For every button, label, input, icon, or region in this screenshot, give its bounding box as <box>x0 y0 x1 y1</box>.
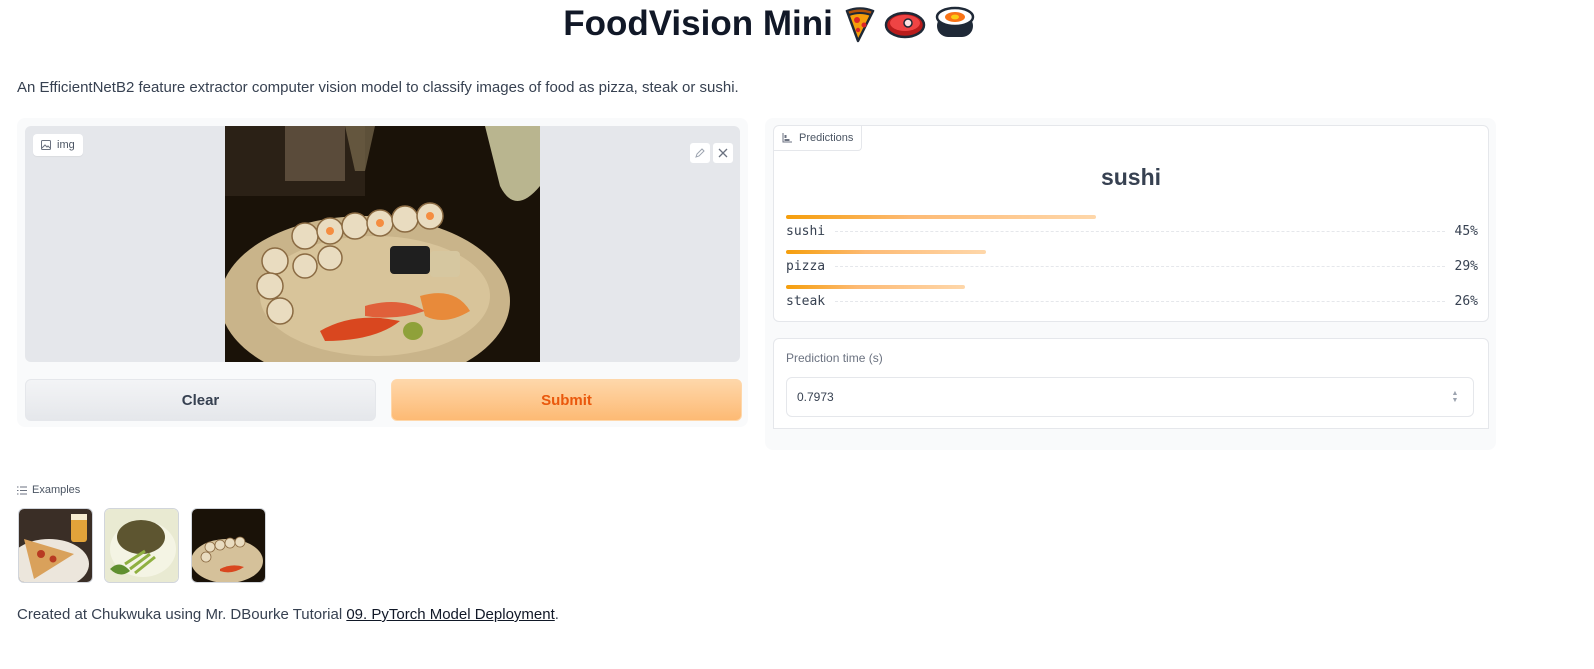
prediction-time-field[interactable]: 0.7973 ▲ ▼ <box>786 377 1474 417</box>
list-icon <box>17 486 27 494</box>
chevron-up-icon: ▲ <box>1451 390 1459 397</box>
predictions-label-chip: Predictions <box>774 126 863 151</box>
close-icon <box>718 148 728 158</box>
output-panel: Predictions sushi sushi 45% pizza 29% st… <box>765 118 1496 450</box>
predictions-box: Predictions sushi sushi 45% pizza 29% st… <box>773 125 1489 322</box>
confidence-label: pizza <box>786 259 826 274</box>
image-label: img <box>57 139 75 151</box>
example-steak[interactable] <box>104 508 179 583</box>
examples-header: Examples <box>17 484 80 496</box>
title-text: FoodVision Mini <box>563 4 833 43</box>
prediction-time-label: Prediction time (s) <box>786 351 883 365</box>
title-emojis <box>843 5 977 43</box>
examples-label: Examples <box>32 484 81 496</box>
footer-text: Created at Chukwuka using Mr. DBourke Tu… <box>17 606 347 623</box>
confidence-row: sushi 45% <box>786 215 1478 245</box>
image-upload[interactable]: img <box>25 126 740 362</box>
tutorial-link[interactable]: 09. PyTorch Model Deployment <box>346 606 554 623</box>
number-stepper[interactable]: ▲ ▼ <box>1447 388 1463 406</box>
example-sushi-thumbnail <box>192 509 265 582</box>
confidence-bar <box>786 215 1096 219</box>
image-icon <box>41 140 51 150</box>
confidence-row: steak 26% <box>786 285 1478 315</box>
confidence-percent: 45% <box>1454 224 1478 239</box>
sushi-icon <box>935 6 975 37</box>
clear-button[interactable]: Clear <box>25 379 376 421</box>
confidence-bar <box>786 285 965 289</box>
edit-button[interactable] <box>689 142 711 164</box>
confidence-label: sushi <box>786 224 826 239</box>
confidence-percent: 29% <box>1454 259 1478 274</box>
submit-button[interactable]: Submit <box>391 379 742 421</box>
confidence-label: steak <box>786 294 826 309</box>
remove-image-button[interactable] <box>712 142 734 164</box>
confidence-bar <box>786 250 986 254</box>
example-pizza[interactable] <box>18 508 93 583</box>
top-prediction: sushi <box>1100 164 1162 190</box>
confidence-percent: 26% <box>1454 294 1478 309</box>
example-pizza-thumbnail <box>19 509 92 582</box>
input-panel: img Clear Submit <box>17 118 748 427</box>
image-label-chip: img <box>33 134 83 156</box>
page-title: FoodVision Mini <box>0 0 1540 48</box>
prediction-time-value: 0.7973 <box>797 390 834 404</box>
page-description: An EfficientNetB2 feature extractor comp… <box>17 79 739 96</box>
chevron-down-icon: ▼ <box>1451 397 1459 404</box>
pencil-icon <box>695 148 705 158</box>
uploaded-image <box>225 126 540 362</box>
steak-icon <box>884 11 926 39</box>
confidence-row: pizza 29% <box>786 250 1478 280</box>
example-steak-thumbnail <box>105 509 178 582</box>
example-sushi[interactable] <box>191 508 266 583</box>
footer-suffix: . <box>554 606 559 623</box>
pizza-icon <box>845 7 875 43</box>
predictions-label: Predictions <box>799 132 854 144</box>
bar-chart-icon <box>782 133 792 143</box>
footer: Created at Chukwuka using Mr. DBourke Tu… <box>17 606 559 623</box>
prediction-time-box: Prediction time (s) 0.7973 ▲ ▼ <box>773 338 1489 429</box>
